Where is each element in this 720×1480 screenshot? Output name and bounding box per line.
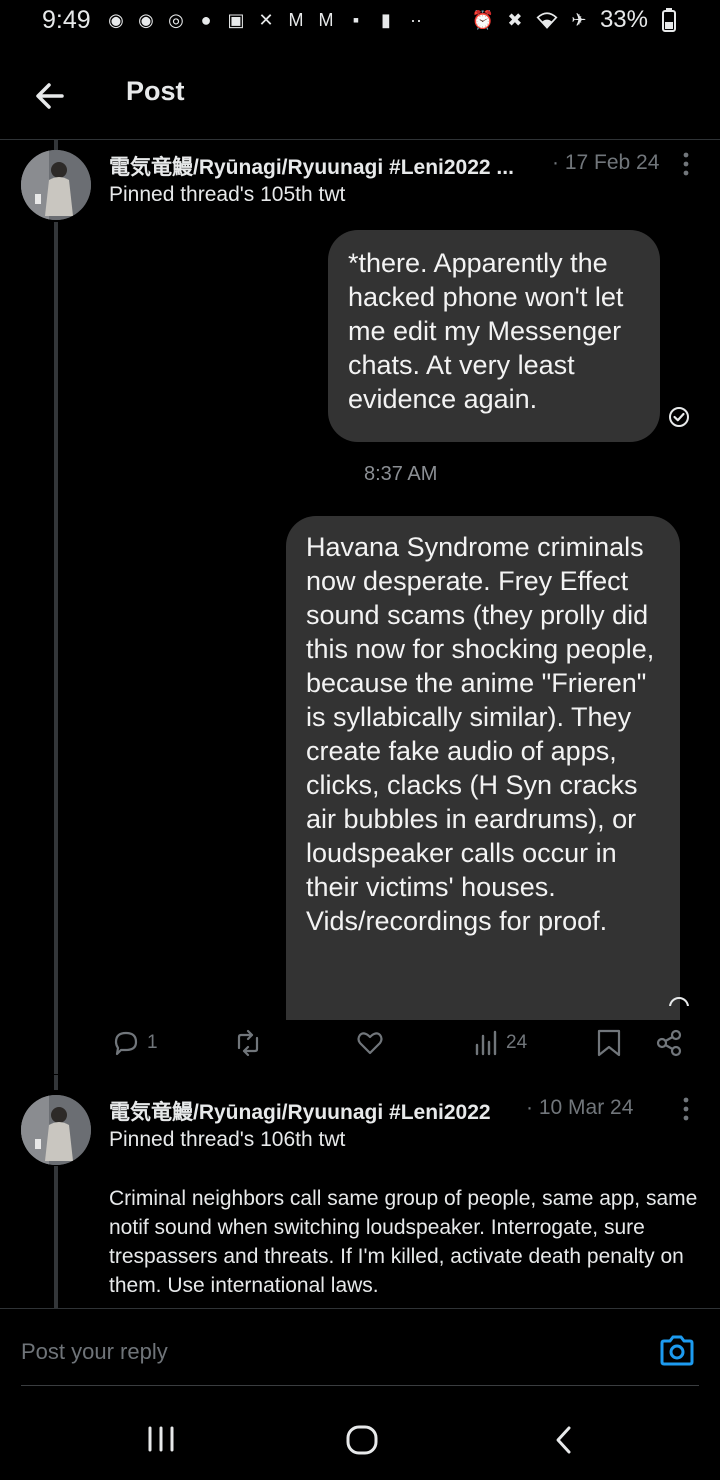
reply-bar: Post your reply xyxy=(0,1308,720,1389)
message-bubble: *there. Apparently the hacked phone won'… xyxy=(328,230,660,442)
read-receipt-icon-2 xyxy=(668,996,690,1006)
camera-icon xyxy=(660,1335,694,1366)
reddit-icon: ● xyxy=(200,9,212,30)
alarm-icon: ⏰ xyxy=(471,9,495,30)
back-button[interactable] xyxy=(30,76,70,116)
comment-icon xyxy=(114,1031,138,1056)
repost-button[interactable] xyxy=(232,1028,264,1058)
reply-count: 1 xyxy=(147,1032,158,1053)
airplane-icon: ✈ xyxy=(571,9,587,30)
status-right: ⏰ ✖ ✈ 33% xyxy=(472,6,680,34)
views-button[interactable]: 24 xyxy=(474,1028,527,1058)
avatar-image-2 xyxy=(21,1095,91,1165)
more-options-button-2[interactable] xyxy=(676,1095,696,1125)
thread-subtitle-2: Pinned thread's 106th twt xyxy=(109,1128,346,1151)
notification-icons: ◉ ◉ ◎ ● ▣ ✕ M M ▪ ▮ ·· xyxy=(105,9,427,31)
post-date[interactable]: · 17 Feb 24 xyxy=(552,151,659,175)
chevron-left-icon xyxy=(556,1426,571,1454)
like-button[interactable] xyxy=(355,1028,385,1058)
bookmark-icon xyxy=(597,1029,621,1057)
reply-button[interactable]: 1 xyxy=(111,1028,158,1058)
back-nav-button[interactable] xyxy=(553,1425,575,1460)
more-notifications-icon: ·· xyxy=(410,9,422,30)
avatar-image xyxy=(21,150,91,220)
page-title: Post xyxy=(126,76,185,106)
wifi-icon xyxy=(536,9,558,31)
thread-line xyxy=(54,222,58,1090)
heart-icon xyxy=(357,1032,383,1055)
gmail-icon-2: M xyxy=(318,9,334,30)
header: Post xyxy=(0,56,720,140)
read-receipt-icon xyxy=(668,406,690,433)
reply-input[interactable]: Post your reply xyxy=(21,1339,168,1365)
status-time: 9:49 xyxy=(42,6,91,34)
post-date-2[interactable]: · 10 Mar 24 xyxy=(526,1096,633,1120)
camera-button[interactable] xyxy=(658,1333,696,1374)
battery-percent: 33% xyxy=(599,6,648,33)
avatar[interactable] xyxy=(21,150,91,220)
gmail-icon: M xyxy=(288,9,304,30)
message-timestamp: 8:37 AM xyxy=(364,463,438,485)
twitch-icon: ▣ xyxy=(227,9,245,30)
more-options-button[interactable] xyxy=(676,150,696,180)
system-nav-bar xyxy=(0,1395,720,1480)
arrow-left-icon xyxy=(36,83,64,109)
author-name[interactable]: 電気竜鰻/Ryūnagi/Ryuunagi #Leni2022 ... xyxy=(109,151,514,181)
message-bubble-2: Havana Syndrome criminals now desperate.… xyxy=(286,516,680,1020)
account-icon: ◎ xyxy=(168,9,184,30)
status-bar: 9:49 ◉ ◉ ◎ ● ▣ ✕ M M ▪ ▮ ·· ⏰ ✖ ✈ 33% xyxy=(0,0,720,44)
post-body: Criminal neighbors call same group of pe… xyxy=(109,1187,698,1297)
chat-icon: ▪ xyxy=(352,9,360,30)
divider xyxy=(0,1074,720,1075)
thread-line-2 xyxy=(54,1166,58,1308)
recent-apps-button[interactable] xyxy=(146,1425,176,1458)
home-button[interactable] xyxy=(345,1424,379,1461)
thread-subtitle: Pinned thread's 105th twt xyxy=(109,183,346,206)
repost-icon xyxy=(237,1029,259,1057)
recents-icon xyxy=(148,1426,174,1452)
reply-underline xyxy=(21,1385,699,1386)
home-icon xyxy=(346,1425,378,1455)
battery-icon xyxy=(658,8,680,32)
more-vertical-icon xyxy=(683,1097,689,1121)
messenger-icon: ◉ xyxy=(108,9,124,30)
views-icon xyxy=(475,1030,497,1056)
share-button[interactable] xyxy=(654,1028,684,1058)
bookmark-button[interactable] xyxy=(596,1028,622,1058)
x-icon: ✕ xyxy=(258,9,274,30)
avatar-2[interactable] xyxy=(21,1095,91,1165)
view-count: 24 xyxy=(506,1032,528,1053)
more-vertical-icon xyxy=(683,152,689,176)
messenger-icon-2: ◉ xyxy=(138,9,154,30)
author-name-2[interactable]: 電気竜鰻/Ryūnagi/Ryuunagi #Leni2022 xyxy=(109,1096,491,1126)
person-icon: ▮ xyxy=(381,9,391,30)
mute-icon: ✖ xyxy=(507,9,523,30)
share-icon xyxy=(656,1029,682,1057)
thread-line-top xyxy=(54,140,58,150)
